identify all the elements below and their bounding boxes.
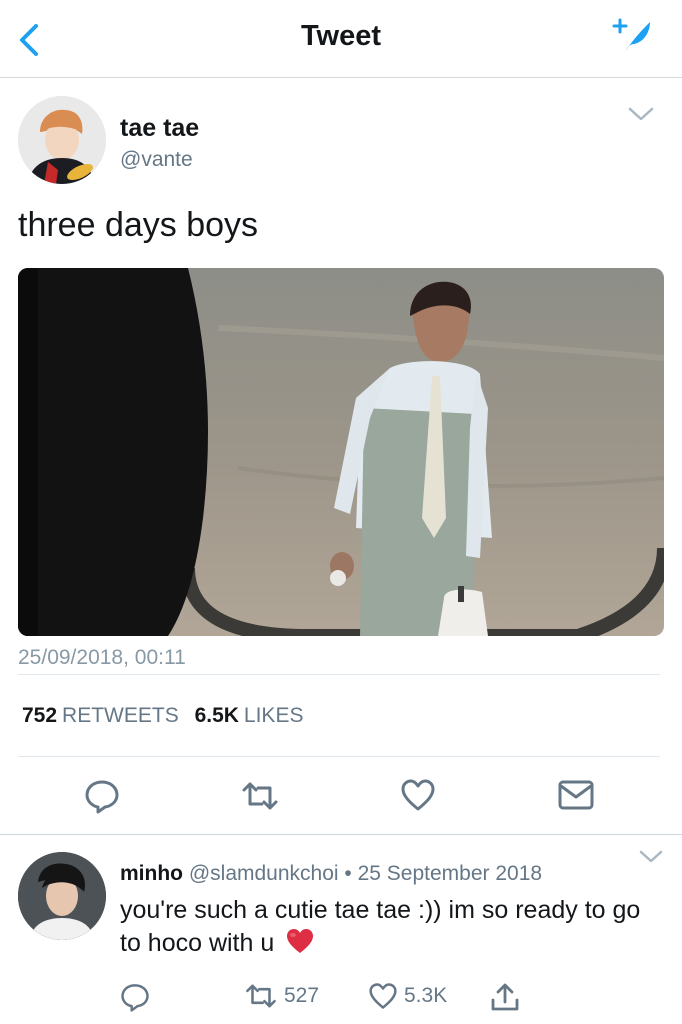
reply-header: minho @slamdunkchoi • 25 September 2018 bbox=[120, 862, 542, 886]
direct-message-icon bbox=[558, 780, 594, 810]
reply-icon bbox=[85, 780, 119, 814]
retweet-count: 752 bbox=[22, 704, 58, 727]
navigation-bar: Tweet bbox=[0, 0, 682, 78]
like-button[interactable] bbox=[400, 778, 436, 817]
author-name[interactable]: tae tae bbox=[120, 114, 199, 143]
reply-like-count: 5.3K bbox=[404, 984, 448, 1007]
reply-button[interactable] bbox=[84, 778, 120, 819]
chevron-down-icon bbox=[628, 107, 654, 121]
retweet-button[interactable] bbox=[240, 780, 280, 817]
author-avatar[interactable] bbox=[18, 96, 106, 184]
author-avatar-image bbox=[18, 96, 106, 184]
reply-options-button[interactable] bbox=[638, 848, 664, 866]
like-label: LIKES bbox=[243, 704, 304, 727]
direct-message-button[interactable] bbox=[558, 780, 594, 815]
reply-reply-button[interactable] bbox=[120, 982, 150, 1012]
retweet-icon bbox=[246, 984, 276, 1008]
tweet-timestamp: 25/09/2018, 00:11 bbox=[18, 646, 186, 669]
likes-stat[interactable]: 6.5K LIKES bbox=[195, 704, 314, 727]
reply-author-handle[interactable]: @slamdunkchoi bbox=[189, 862, 339, 885]
retweets-stat[interactable]: 752 RETWEETS bbox=[22, 704, 195, 727]
share-icon bbox=[491, 983, 519, 1011]
retweet-icon bbox=[242, 782, 278, 810]
reply-author-name[interactable]: minho bbox=[120, 862, 183, 885]
tweet-photo-image bbox=[18, 268, 664, 636]
section-divider bbox=[0, 834, 682, 835]
like-icon bbox=[369, 983, 397, 1009]
tweet-stats: 752 RETWEETS 6.5K LIKES bbox=[22, 704, 313, 728]
reply-date: 25 September 2018 bbox=[357, 862, 543, 885]
reply-separator: • bbox=[344, 862, 352, 885]
reply-avatar-image bbox=[18, 852, 106, 940]
reply-author-avatar[interactable] bbox=[18, 852, 106, 940]
compose-tweet-button[interactable] bbox=[610, 14, 656, 60]
red-heart-emoji bbox=[287, 929, 314, 953]
divider bbox=[18, 674, 660, 675]
page-title: Tweet bbox=[300, 20, 382, 52]
reply-share-button[interactable] bbox=[490, 982, 520, 1012]
retweet-label: RETWEETS bbox=[62, 704, 179, 727]
like-count: 6.5K bbox=[194, 704, 239, 727]
reply-text: you're such a cutie tae tae :)) im so re… bbox=[120, 894, 668, 960]
author-handle[interactable]: @vante bbox=[120, 148, 193, 172]
divider bbox=[18, 756, 660, 757]
reply-retweet-button[interactable]: 527 bbox=[244, 982, 319, 1010]
reply-like-button[interactable]: 5.3K bbox=[368, 982, 447, 1010]
reply-retweet-count: 527 bbox=[284, 984, 320, 1007]
tweet-photo[interactable] bbox=[18, 268, 664, 636]
tweet-options-button[interactable] bbox=[626, 104, 656, 124]
chevron-down-icon bbox=[639, 850, 663, 863]
reply-text-body: you're such a cutie tae tae :)) im so re… bbox=[120, 896, 641, 957]
like-icon bbox=[401, 779, 435, 811]
tweet-text: three days boys bbox=[18, 206, 259, 244]
reply-icon bbox=[121, 984, 149, 1012]
compose-tweet-icon bbox=[612, 18, 650, 54]
